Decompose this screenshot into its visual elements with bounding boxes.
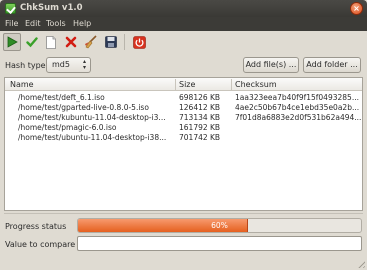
- cell-checksum: 1aa323eea7b40f9f15f0493285...: [235, 93, 359, 102]
- cell-name: /home/test/deft_6.1.iso: [18, 93, 105, 102]
- play-icon: [7, 36, 18, 48]
- cell-name: /home/test/pmagic-6.0.iso: [18, 123, 117, 132]
- column-separator: [175, 79, 176, 90]
- table-row[interactable]: /home/test/ubuntu-11.04-desktop-i38... 7…: [5, 133, 362, 144]
- menu-help[interactable]: Help: [73, 19, 91, 28]
- divider: [4, 213, 363, 214]
- verify-button[interactable]: [23, 33, 41, 51]
- check-icon: [26, 37, 38, 48]
- quit-button[interactable]: [130, 33, 148, 51]
- progress-text: 60%: [211, 221, 228, 230]
- cell-name: /home/test/gparted-live-0.8.0-5.iso: [18, 103, 149, 112]
- new-document-icon: [46, 35, 56, 49]
- column-header-name[interactable]: Name: [10, 80, 34, 89]
- title-bar: ChkSum v1.0 ×: [0, 0, 367, 17]
- toolbar-separator: [124, 34, 125, 50]
- compare-value-input[interactable]: [77, 236, 362, 251]
- menu-edit[interactable]: Edit: [25, 19, 41, 28]
- column-header-checksum[interactable]: Checksum: [235, 80, 277, 89]
- hash-type-value: md5: [52, 60, 70, 69]
- select-arrows-icon: ▴ ▾: [82, 58, 86, 71]
- hash-type-label: Hash type: [5, 61, 46, 70]
- cell-checksum: 7f01d8a6883e2d0f531b62a494...: [235, 113, 361, 122]
- cell-name: /home/test/kubuntu-11.04-desktop-i3...: [18, 113, 166, 122]
- run-button[interactable]: [3, 33, 21, 51]
- cell-checksum: 4ae2c50b67b4ce1ebd35e0a2b...: [235, 103, 360, 112]
- close-button[interactable]: ×: [350, 2, 363, 15]
- delete-x-icon: [65, 36, 77, 48]
- column-separator: [231, 79, 232, 90]
- file-table[interactable]: Name Size Checksum /home/test/deft_6.1.i…: [4, 77, 363, 211]
- menu-file[interactable]: File: [5, 19, 18, 28]
- progress-bar: 60%: [77, 218, 362, 233]
- power-icon: [132, 35, 146, 49]
- value-to-compare-label: Value to compare: [5, 240, 76, 249]
- table-header: Name Size Checksum: [5, 78, 362, 91]
- cell-size: 126412 KB: [179, 103, 221, 112]
- status-bar: [0, 256, 367, 270]
- add-folder-button[interactable]: Add folder ...: [303, 57, 361, 73]
- cell-size: 713134 KB: [179, 113, 221, 122]
- app-check-icon: [5, 3, 16, 14]
- cell-size: 701742 KB: [179, 133, 221, 142]
- remove-button[interactable]: [62, 33, 80, 51]
- new-button[interactable]: [42, 33, 60, 51]
- column-header-size[interactable]: Size: [179, 80, 195, 89]
- toolbar: [0, 31, 367, 53]
- clear-broom-icon: [85, 35, 97, 49]
- cell-name: /home/test/ubuntu-11.04-desktop-i38...: [18, 133, 167, 142]
- progress-status-label: Progress status: [5, 222, 67, 231]
- cell-size: 161792 KB: [179, 123, 221, 132]
- save-disk-icon: [105, 36, 117, 48]
- menu-bar: File Edit Tools Help: [0, 17, 367, 31]
- clear-button[interactable]: [82, 33, 100, 51]
- hash-type-select[interactable]: md5 ▴ ▾: [46, 57, 91, 73]
- menu-tools[interactable]: Tools: [46, 19, 66, 28]
- add-files-button[interactable]: Add file(s) ...: [243, 57, 299, 73]
- save-button[interactable]: [102, 33, 120, 51]
- window-title: ChkSum v1.0: [20, 3, 83, 13]
- resize-grip-icon[interactable]: [356, 259, 365, 268]
- cell-size: 698126 KB: [179, 93, 221, 102]
